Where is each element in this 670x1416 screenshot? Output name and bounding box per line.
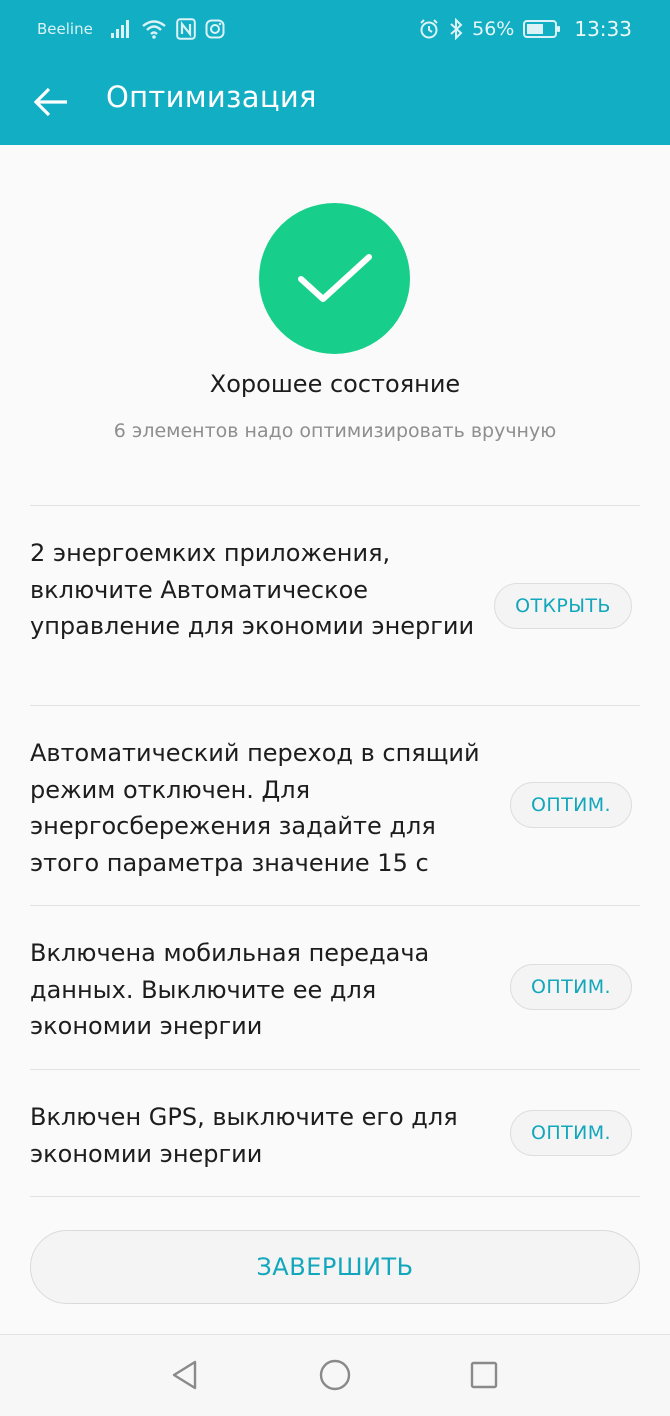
nav-recents-button[interactable]: [462, 1355, 506, 1395]
nfc-icon: [176, 18, 196, 40]
divider: [30, 1196, 640, 1197]
top-bar: Beeline 56% 13:33 Оптимизация: [0, 0, 670, 145]
back-button[interactable]: [24, 78, 78, 126]
list-item: Автоматический переход в спящий режим от…: [30, 735, 640, 885]
item-description: Включен GPS, выключите его для экономии …: [30, 1103, 458, 1168]
status-subtitle: 6 элементов надо оптимизировать вручную: [113, 420, 557, 442]
battery-percent: 56%: [472, 18, 515, 40]
status-left: Beeline: [37, 16, 225, 42]
check-icon: [297, 253, 372, 302]
navigation-bar: [0, 1334, 670, 1416]
back-arrow-icon: [33, 87, 67, 117]
battery-icon: [523, 19, 561, 39]
optimize-button[interactable]: ОПТИМ.: [510, 964, 632, 1010]
item-description: 2 энергоемких приложения, включите Автом…: [30, 539, 475, 640]
back-triangle-icon: [172, 1360, 197, 1390]
wifi-icon: [141, 19, 167, 39]
divider: [30, 1069, 640, 1070]
status-title: Хорошее состояние: [209, 370, 461, 398]
home-circle-icon: [319, 1359, 351, 1391]
nav-back-button[interactable]: [163, 1355, 207, 1395]
optimize-button[interactable]: ОПТИМ.: [510, 782, 632, 828]
alarm-icon: [418, 18, 440, 40]
status-right: 56% 13:33: [418, 14, 632, 44]
divider: [30, 905, 640, 906]
page-title: Оптимизация: [106, 80, 317, 114]
app-bar: Оптимизация: [0, 60, 670, 145]
clock: 13:33: [574, 17, 632, 41]
list-item: Включена мобильная передача данных. Выкл…: [30, 935, 640, 1050]
nav-home-button[interactable]: [313, 1355, 357, 1395]
bluetooth-icon: [449, 18, 463, 40]
status-circle: [259, 203, 410, 354]
list-item: 2 энергоемких приложения, включите Автом…: [30, 535, 640, 685]
signal-icon: [110, 19, 132, 39]
list-item: Включен GPS, выключите его для экономии …: [30, 1099, 640, 1179]
finish-button[interactable]: ЗАВЕРШИТЬ: [30, 1230, 640, 1304]
item-description: Включена мобильная передача данных. Выкл…: [30, 939, 430, 1040]
carrier-name: Beeline: [37, 20, 93, 38]
recents-square-icon: [470, 1361, 498, 1389]
instagram-icon: [205, 19, 225, 39]
optimize-button[interactable]: ОПТИМ.: [510, 1110, 632, 1156]
status-bar: Beeline 56% 13:33: [0, 0, 670, 58]
open-button[interactable]: ОТКРЫТЬ: [494, 583, 632, 629]
divider: [30, 705, 640, 706]
item-description: Автоматический переход в спящий режим от…: [30, 739, 480, 877]
divider: [30, 505, 640, 506]
